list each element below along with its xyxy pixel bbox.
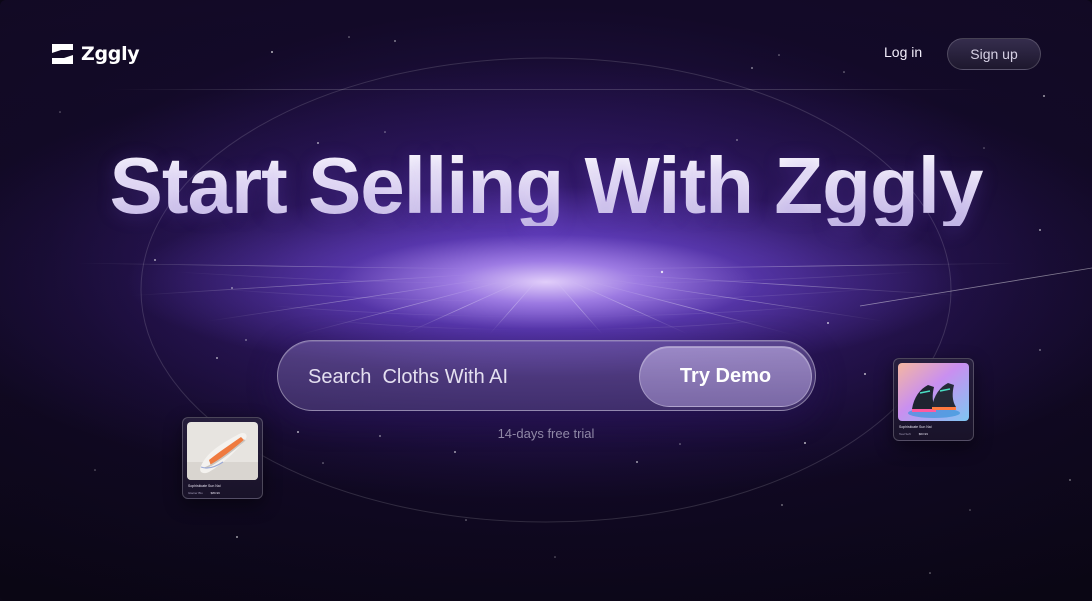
- product-title: Sophisticate Sun Nai: [899, 425, 932, 429]
- product-meta: Teal Soft $63.99: [899, 432, 928, 436]
- product-price: $63.99: [918, 432, 928, 436]
- search-bar: Try Demo: [277, 340, 816, 411]
- product-card[interactable]: Sophisticate Sun Nai Teal Soft $63.99: [893, 358, 974, 441]
- login-link[interactable]: Log in: [884, 44, 922, 60]
- product-card[interactable]: Sophisticate Sun Nai Glacier Blu $89.99: [182, 417, 263, 499]
- brand-logo[interactable]: Zggly: [52, 43, 140, 65]
- product-variant: Teal Soft: [899, 432, 911, 436]
- try-demo-button[interactable]: Try Demo: [639, 346, 812, 407]
- white-orange-sneaker-image: [187, 422, 258, 480]
- hero-title: Start Selling With Zggly: [0, 146, 1092, 226]
- product-image: [187, 422, 258, 480]
- search-input[interactable]: [308, 357, 638, 397]
- background-decoration: [0, 36, 1092, 574]
- header-divider: [110, 89, 980, 90]
- product-variant: Glacier Blu: [188, 491, 203, 495]
- product-price: $89.99: [210, 491, 220, 495]
- neon-black-sneakers-image: [898, 363, 969, 421]
- zggly-logo-icon: [52, 44, 73, 64]
- landing-page: Zggly Log in Sign up Start Selling With …: [0, 0, 1092, 601]
- product-title: Sophisticate Sun Nai: [188, 484, 221, 488]
- brand-name: Zggly: [81, 43, 140, 65]
- signup-button[interactable]: Sign up: [947, 38, 1041, 70]
- product-image: [898, 363, 969, 421]
- perspective-grid: [0, 261, 1092, 346]
- product-meta: Glacier Blu $89.99: [188, 491, 220, 495]
